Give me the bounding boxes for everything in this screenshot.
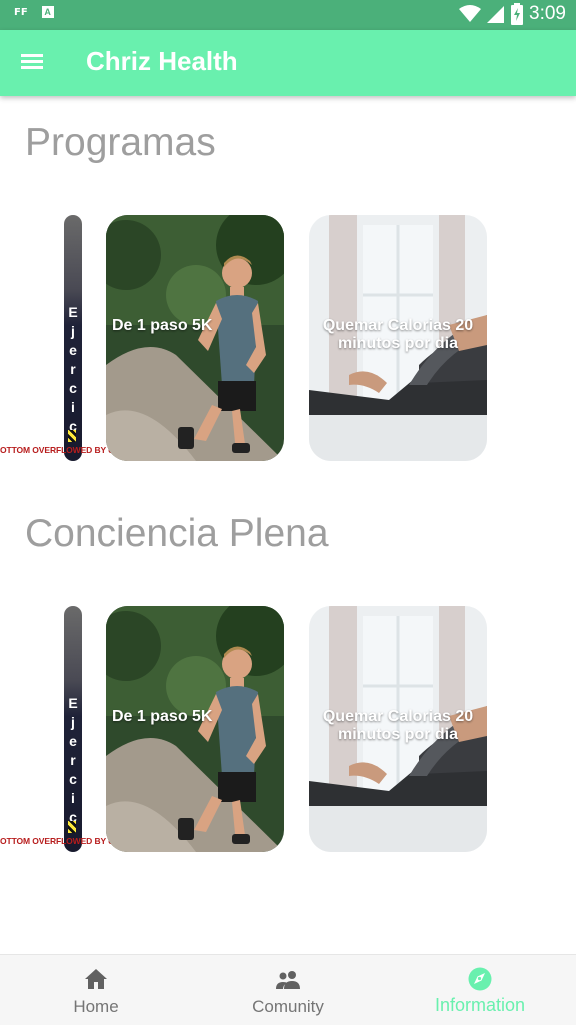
menu-icon[interactable]	[20, 51, 46, 75]
nav-information-label: Information	[434, 995, 526, 1015]
app-bar: Chriz Health	[0, 30, 576, 96]
battery-icon	[511, 3, 524, 25]
overflow-warning-text: OTTOM OVERFLOWED BY 6	[0, 836, 113, 846]
program-card-5k[interactable]: De 1 paso 5K	[106, 606, 284, 852]
nav-comunity[interactable]: Comunity	[192, 955, 384, 1025]
bottom-navigation: Home Comunity Information	[0, 954, 576, 1025]
card-label: De 1 paso 5K	[112, 317, 213, 334]
programas-carousel[interactable]: E j e r c i c OTTOM OVERFLOWED BY 6 De 1…	[0, 215, 576, 463]
partial-card-label: E j e r c i c	[68, 695, 78, 825]
compass-icon	[468, 967, 492, 991]
runner-image	[106, 606, 284, 852]
home-icon	[85, 969, 107, 989]
nav-home[interactable]: Home	[0, 955, 192, 1025]
partial-card[interactable]: E j e r c i c	[64, 606, 82, 852]
people-icon	[276, 971, 300, 989]
partial-card[interactable]: E j e r c i c	[64, 215, 82, 461]
card-label: Quemar Calorias 20 minutos por dia	[322, 708, 474, 743]
section-title-programas: Programas	[25, 121, 216, 164]
program-card-calorias[interactable]: Quemar Calorias 20 minutos por dia	[309, 215, 487, 461]
wifi-icon	[459, 5, 482, 22]
program-card-5k[interactable]: De 1 paso 5K	[106, 215, 284, 461]
runner-image	[106, 215, 284, 461]
nav-information[interactable]: Information	[384, 955, 576, 1025]
signal-icon	[487, 6, 505, 23]
status-bar: FF A 3:09	[0, 0, 576, 30]
nav-comunity-label: Comunity	[252, 997, 324, 1016]
ff-icon: FF	[14, 6, 28, 18]
nav-home-label: Home	[73, 997, 119, 1016]
conciencia-plena-carousel[interactable]: E j e r c i c OTTOM OVERFLOWED BY 6 De 1…	[0, 606, 576, 854]
card-label: Quemar Calorias 20 minutos por dia	[322, 317, 474, 352]
overflow-stripe	[68, 821, 76, 833]
app-title: Chriz Health	[86, 46, 238, 76]
section-title-conciencia-plena: Conciencia Plena	[25, 512, 329, 555]
card-label: De 1 paso 5K	[112, 708, 213, 725]
program-card-calorias[interactable]: Quemar Calorias 20 minutos por dia	[309, 606, 487, 852]
partial-card-label: E j e r c i c	[68, 304, 78, 434]
overflow-stripe	[68, 430, 76, 442]
overflow-warning-text: OTTOM OVERFLOWED BY 6	[0, 445, 113, 455]
status-time: 3:09	[529, 3, 566, 24]
a-icon: A	[41, 6, 54, 18]
